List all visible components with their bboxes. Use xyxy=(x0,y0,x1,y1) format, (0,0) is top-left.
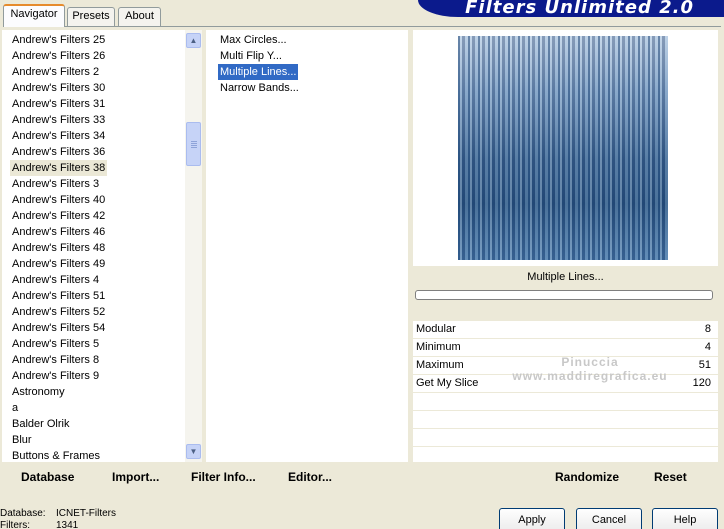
progress-bar xyxy=(415,290,713,300)
category-item[interactable]: Andrew's Filters 46 xyxy=(10,224,107,240)
database-button[interactable]: Database xyxy=(21,470,74,484)
category-item[interactable]: Balder Olrik xyxy=(10,416,71,432)
tab-divider xyxy=(3,26,721,27)
category-item[interactable]: Andrew's Filters 42 xyxy=(10,208,107,224)
category-item[interactable]: Blur xyxy=(10,432,34,448)
category-item[interactable]: Andrew's Filters 5 xyxy=(10,336,101,352)
category-item[interactable]: Andrew's Filters 48 xyxy=(10,240,107,256)
param-row-empty xyxy=(413,447,718,463)
status-filters: Filters: 1341 xyxy=(0,520,78,529)
randomize-button[interactable]: Randomize xyxy=(555,470,619,484)
category-list[interactable]: Andrew's Filters 25 Andrew's Filters 26 An… xyxy=(2,30,202,462)
scroll-up-button[interactable]: ▲ xyxy=(186,33,201,48)
category-item[interactable]: Andrew's Filters 30 xyxy=(10,80,107,96)
category-item[interactable]: Andrew's Filters 25 xyxy=(10,32,107,48)
param-row-empty xyxy=(413,393,718,411)
filter-item[interactable]: Multi Flip Y... xyxy=(218,48,284,64)
scroll-thumb[interactable] xyxy=(186,122,201,166)
selected-filter-name: Multiple Lines... xyxy=(527,271,604,283)
param-value: 51 xyxy=(698,359,711,371)
category-item[interactable]: Andrew's Filters 54 xyxy=(10,320,107,336)
category-item[interactable]: Buttons & Frames xyxy=(10,448,102,462)
param-label: Get My Slice xyxy=(416,377,479,389)
filter-item[interactable]: Multiple Lines... xyxy=(218,64,299,80)
param-row-empty xyxy=(413,411,718,429)
category-item[interactable]: Andrew's Filters 9 xyxy=(10,368,101,384)
param-value: 8 xyxy=(704,323,711,335)
status-filters-value: 1341 xyxy=(56,520,79,529)
category-item[interactable]: Andrew's Filters 52 xyxy=(10,304,107,320)
preview-image xyxy=(458,36,668,260)
watermark: Pinuccia www.maddiregrafica.eu xyxy=(490,355,690,383)
param-label: Modular xyxy=(416,323,456,335)
parameter-panel: Modular 8 Minimum 4 Maximum 51 Get My Sl… xyxy=(413,321,718,463)
watermark-line2: www.maddiregrafica.eu xyxy=(512,369,668,383)
category-item[interactable]: Andrew's Filters 2 xyxy=(10,64,101,80)
apply-button[interactable]: Apply xyxy=(499,508,565,529)
category-item[interactable]: Andrew's Filters 51 xyxy=(10,288,107,304)
tab-about[interactable]: About xyxy=(118,7,161,26)
status-database: Database: ICNET-Filters xyxy=(0,508,116,519)
tab-navigator[interactable]: Navigator xyxy=(3,4,65,27)
category-item[interactable]: Andrew's Filters 8 xyxy=(10,352,101,368)
category-item[interactable]: Andrew's Filters 3 xyxy=(10,176,101,192)
category-item[interactable]: Andrew's Filters 49 xyxy=(10,256,107,272)
filter-item[interactable]: Narrow Bands... xyxy=(218,80,301,96)
filter-info-button[interactable]: Filter Info... xyxy=(191,470,256,484)
param-label: Minimum xyxy=(416,341,461,353)
category-item[interactable]: Andrew's Filters 26 xyxy=(10,48,107,64)
filter-list[interactable]: Max Circles... Multi Flip Y... Multiple Li… xyxy=(206,30,408,462)
scroll-down-button[interactable]: ▼ xyxy=(186,444,201,459)
navigator-button-bar: Database Import... Filter Info... Editor… xyxy=(2,465,408,491)
tab-presets[interactable]: Presets xyxy=(67,7,115,26)
category-item[interactable]: Andrew's Filters 38 xyxy=(10,160,108,176)
app-banner: Filters Unlimited 2.0 xyxy=(418,0,724,17)
reset-button[interactable]: Reset xyxy=(654,470,687,484)
editor-button[interactable]: Editor... xyxy=(288,470,332,484)
category-item[interactable]: Andrew's Filters 4 xyxy=(10,272,101,288)
param-value: 120 xyxy=(692,377,711,389)
help-button[interactable]: Help xyxy=(652,508,718,529)
param-label: Maximum xyxy=(416,359,464,371)
category-item[interactable]: Andrew's Filters 34 xyxy=(10,128,107,144)
category-scrollbar[interactable]: ▲ ▼ xyxy=(185,30,202,462)
watermark-line1: Pinuccia xyxy=(561,355,619,369)
category-item[interactable]: Andrew's Filters 31 xyxy=(10,96,107,112)
param-row-modular[interactable]: Modular 8 xyxy=(413,321,718,339)
category-item[interactable]: Astronomy xyxy=(10,384,67,400)
status-filters-label: Filters: xyxy=(0,520,30,529)
param-row-empty xyxy=(413,429,718,447)
cancel-button[interactable]: Cancel xyxy=(576,508,642,529)
status-database-value: ICNET-Filters xyxy=(56,508,116,519)
category-item[interactable]: Andrew's Filters 33 xyxy=(10,112,107,128)
param-value: 4 xyxy=(704,341,711,353)
category-item[interactable]: Andrew's Filters 40 xyxy=(10,192,107,208)
app-title: Filters Unlimited 2.0 xyxy=(465,0,694,17)
status-database-label: Database: xyxy=(0,508,46,519)
category-item[interactable]: Andrew's Filters 36 xyxy=(10,144,107,160)
filter-item[interactable]: Max Circles... xyxy=(218,32,289,48)
preview-button-bar: Randomize Reset xyxy=(413,465,718,491)
import-button[interactable]: Import... xyxy=(112,470,159,484)
category-item[interactable]: a xyxy=(10,400,20,416)
